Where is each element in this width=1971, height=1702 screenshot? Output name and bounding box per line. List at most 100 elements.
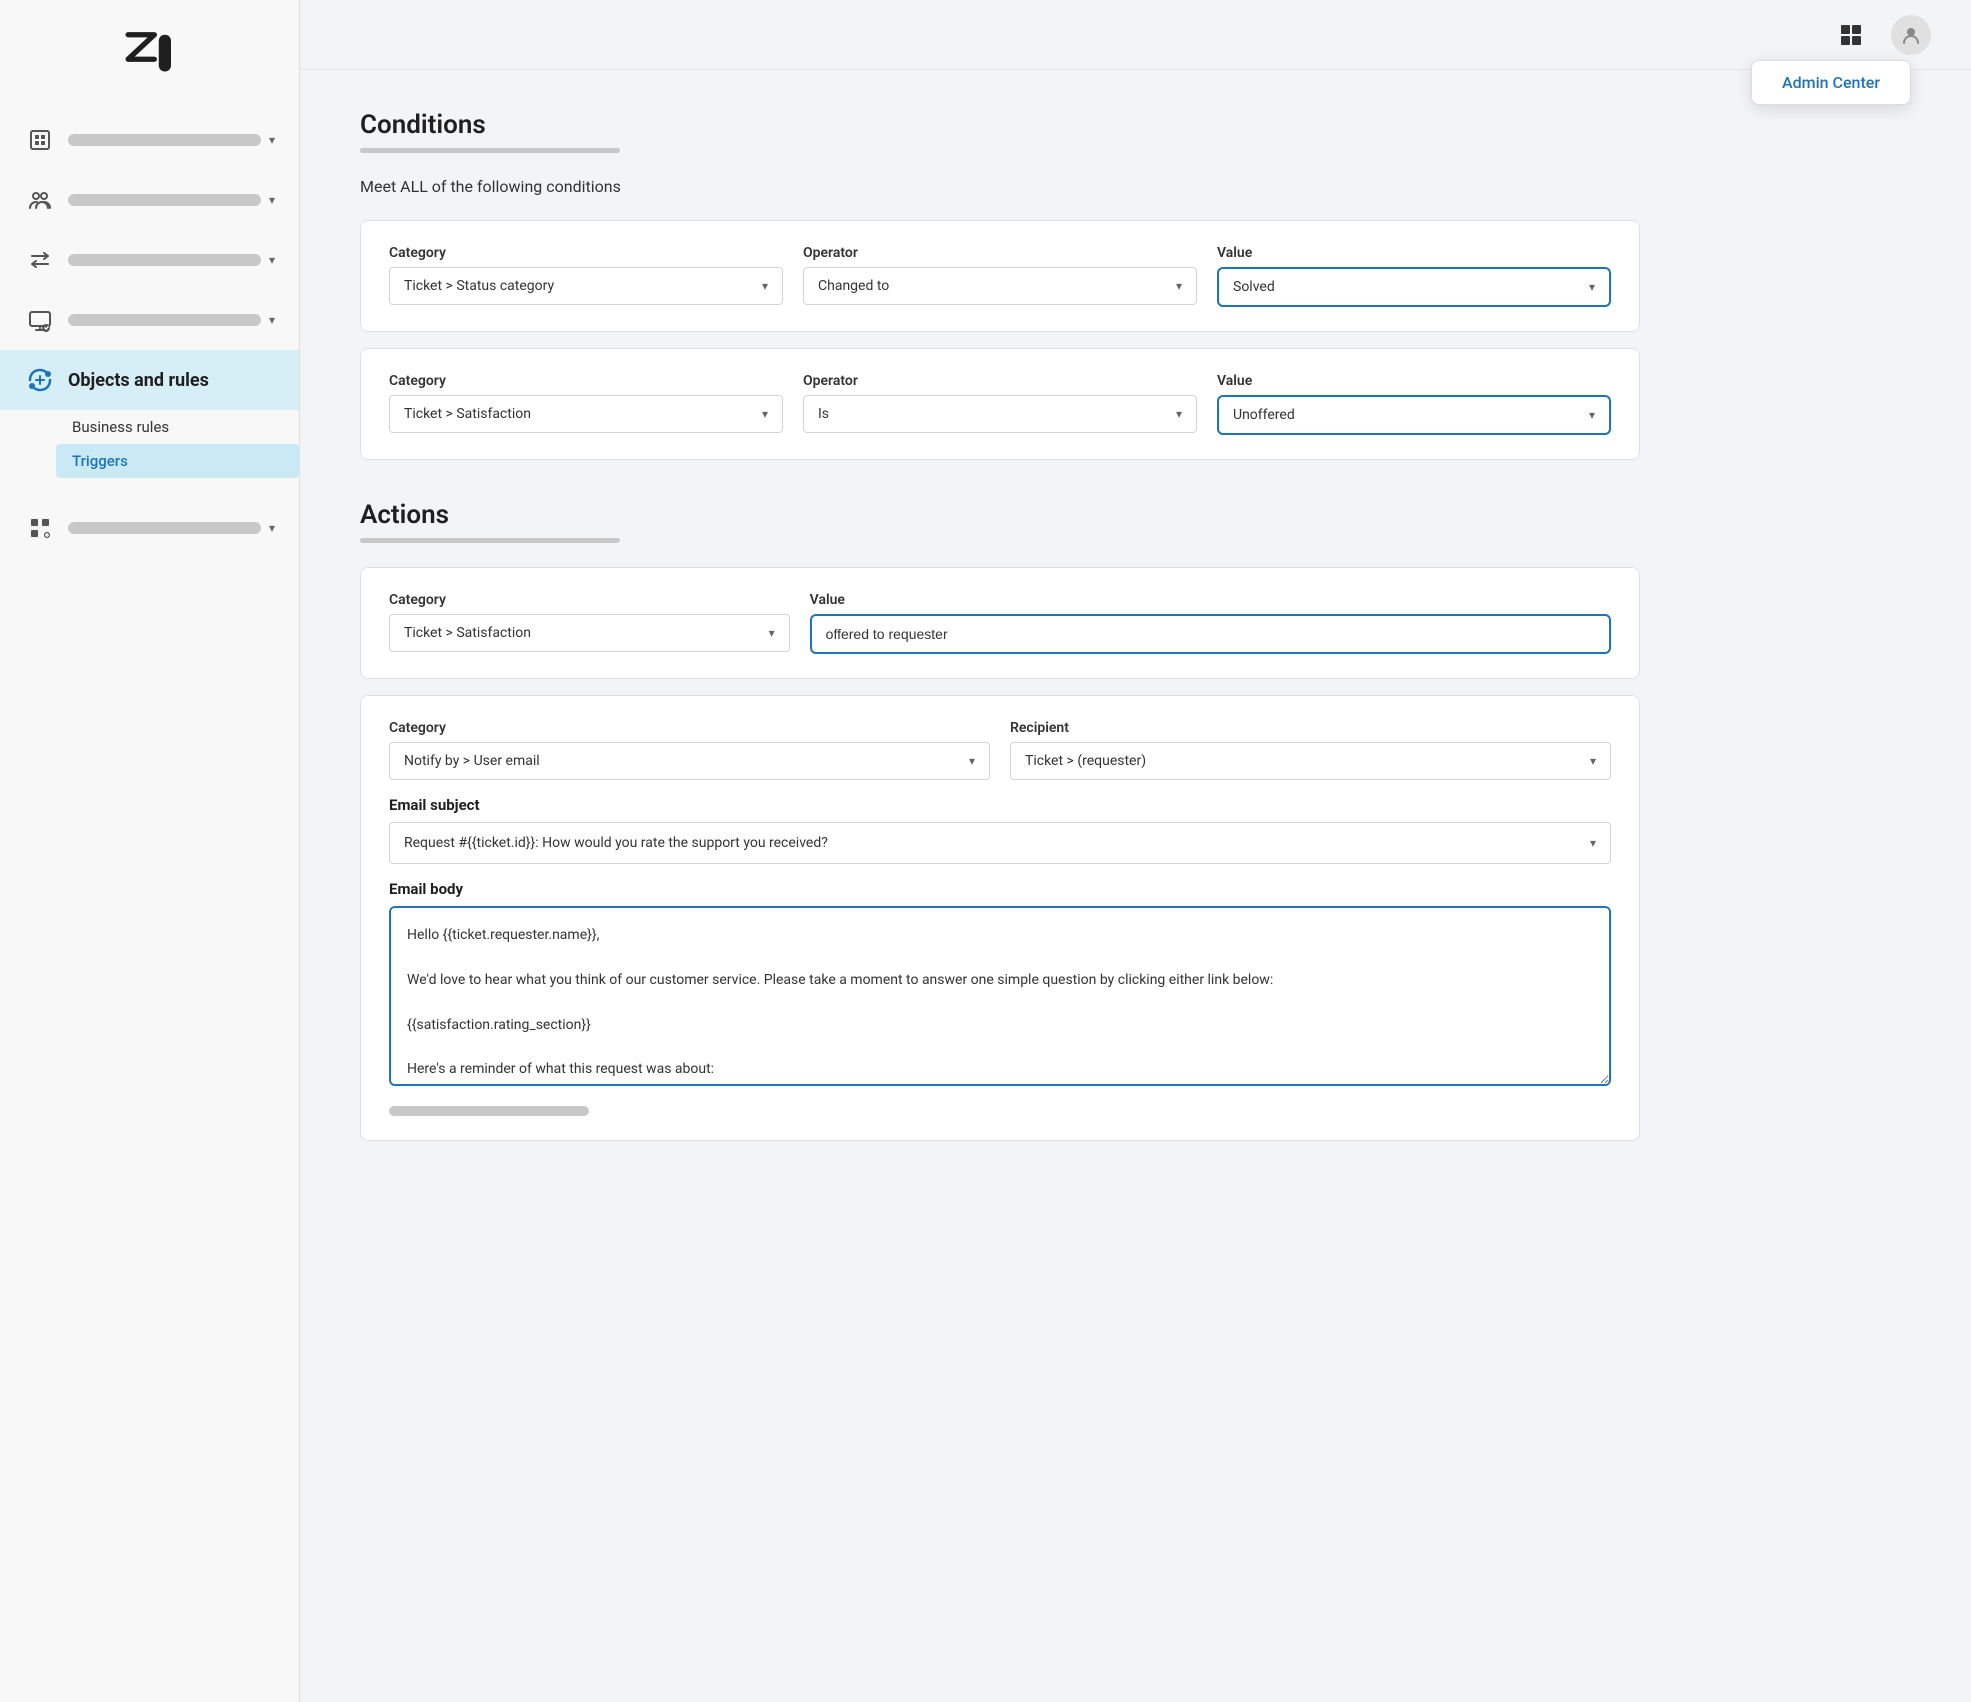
action-2-recipient-group: Recipient Ticket > (requester) ▾ — [1010, 720, 1611, 780]
main-content: Admin Center Conditions Meet ALL of the … — [300, 0, 1971, 1702]
sidebar: ▾ ▾ ▾ ▾ — [0, 0, 300, 1702]
apps-icon — [24, 512, 56, 544]
admin-center-dropdown: Admin Center — [1751, 60, 1911, 105]
chevron-down-icon: ▾ — [1590, 754, 1596, 768]
condition-1-operator-select[interactable]: Changed to ▾ — [803, 267, 1197, 305]
chevron-down-icon: ▾ — [762, 279, 768, 293]
building-icon — [24, 124, 56, 156]
actions-section: Actions Category Ticket > Satisfaction ▾… — [360, 500, 1640, 1141]
condition-2-value-group: Value Unoffered ▾ — [1217, 373, 1611, 435]
condition-1-operator-value: Changed to — [818, 278, 889, 294]
zendesk-logo-svg — [115, 25, 185, 75]
condition-1-category-select[interactable]: Ticket > Status category ▾ — [389, 267, 783, 305]
sub-nav-business-rules[interactable]: Business rules — [56, 410, 299, 444]
action-2-recipient-select[interactable]: Ticket > (requester) ▾ — [1010, 742, 1611, 780]
chevron-down-icon: ▾ — [269, 253, 275, 267]
action-1-category-select[interactable]: Ticket > Satisfaction ▾ — [389, 614, 790, 652]
action-2-recipient-label: Recipient — [1010, 720, 1611, 736]
condition-1-category-value: Ticket > Status category — [404, 278, 554, 294]
sidebar-item-building[interactable]: ▾ — [0, 110, 299, 170]
action-1-category-label: Category — [389, 592, 790, 608]
conditions-bar — [360, 148, 620, 153]
chevron-down-icon: ▾ — [1176, 279, 1182, 293]
email-subject-select[interactable]: Request #{{ticket.id}}: How would you ra… — [389, 822, 1611, 864]
sidebar-item-building-label — [68, 134, 261, 146]
action-2-category-value: Notify by > User email — [404, 753, 540, 769]
action-2-category-group: Category Notify by > User email ▾ — [389, 720, 990, 780]
chevron-down-icon: ▾ — [769, 626, 775, 640]
sub-nav-triggers[interactable]: Triggers — [56, 444, 299, 478]
sidebar-item-people-label — [68, 194, 261, 206]
action-card-1: Category Ticket > Satisfaction ▾ Value — [360, 567, 1640, 679]
action-card-2: Category Notify by > User email ▾ Recipi… — [360, 695, 1640, 1141]
condition-row-2: Category Ticket > Satisfaction ▾ Operato… — [389, 373, 1611, 435]
action-2-category-select[interactable]: Notify by > User email ▾ — [389, 742, 990, 780]
sidebar-item-people[interactable]: ▾ — [0, 170, 299, 230]
condition-1-value-select[interactable]: Solved ▾ — [1217, 267, 1611, 307]
condition-2-operator-select[interactable]: Is ▾ — [803, 395, 1197, 433]
sub-navigation: Business rules Triggers — [0, 410, 299, 478]
sidebar-item-apps-label — [68, 522, 261, 534]
condition-2-category-group: Category Ticket > Satisfaction ▾ — [389, 373, 783, 433]
monitor-icon — [24, 304, 56, 336]
action-row-2: Category Notify by > User email ▾ Recipi… — [389, 720, 1611, 780]
condition-2-value-select[interactable]: Unoffered ▾ — [1217, 395, 1611, 435]
email-section: Email subject Request #{{ticket.id}}: Ho… — [389, 796, 1611, 1090]
chevron-down-icon: ▾ — [1590, 836, 1596, 850]
objects-icon — [24, 364, 56, 396]
condition-row-1: Category Ticket > Status category ▾ Oper… — [389, 245, 1611, 307]
conditions-section: Conditions Meet ALL of the following con… — [360, 110, 1640, 460]
condition-1-category-group: Category Ticket > Status category ▾ — [389, 245, 783, 305]
chevron-down-icon: ▾ — [269, 521, 275, 535]
condition-2-category-select[interactable]: Ticket > Satisfaction ▾ — [389, 395, 783, 433]
condition-2-operator-value: Is — [818, 406, 829, 422]
action-1-category-group: Category Ticket > Satisfaction ▾ — [389, 592, 790, 652]
chevron-down-icon: ▾ — [1589, 280, 1595, 294]
action-2-recipient-value: Ticket > (requester) — [1025, 753, 1146, 769]
condition-2-category-value: Ticket > Satisfaction — [404, 406, 531, 422]
condition-2-value-label: Value — [1217, 373, 1611, 389]
page-content: Conditions Meet ALL of the following con… — [300, 70, 1700, 1197]
condition-2-operator-label: Operator — [803, 373, 1197, 389]
condition-1-operator-label: Operator — [803, 245, 1197, 261]
sidebar-item-apps[interactable]: ▾ — [0, 498, 299, 558]
action-1-value-label: Value — [810, 592, 1611, 608]
chevron-down-icon: ▾ — [1176, 407, 1182, 421]
condition-1-operator-group: Operator Changed to ▾ — [803, 245, 1197, 305]
sidebar-item-monitor-label — [68, 314, 261, 326]
conditions-title: Conditions — [360, 110, 1640, 140]
sidebar-item-objects[interactable]: Objects and rules — [0, 350, 299, 410]
chevron-down-icon: ▾ — [762, 407, 768, 421]
condition-1-value-group: Value Solved ▾ — [1217, 245, 1611, 307]
action-2-category-label: Category — [389, 720, 990, 736]
actions-title: Actions — [360, 500, 1640, 530]
user-avatar-button[interactable] — [1891, 15, 1931, 55]
action-1-category-value: Ticket > Satisfaction — [404, 625, 531, 641]
email-body-label: Email body — [389, 880, 1611, 898]
email-body-textarea[interactable]: Hello {{ticket.requester.name}}, We'd lo… — [389, 906, 1611, 1086]
conditions-subtitle: Meet ALL of the following conditions — [360, 177, 1640, 196]
condition-1-value-label: Value — [1217, 245, 1611, 261]
condition-1-value: Solved — [1233, 279, 1275, 295]
grid-apps-button[interactable] — [1831, 15, 1871, 55]
topbar: Admin Center — [300, 0, 1971, 70]
sidebar-item-objects-label: Objects and rules — [68, 370, 209, 391]
actions-bar — [360, 538, 620, 543]
logo — [110, 20, 190, 80]
chevron-down-icon: ▾ — [1589, 408, 1595, 422]
condition-2-category-label: Category — [389, 373, 783, 389]
email-subject-label: Email subject — [389, 796, 1611, 814]
sidebar-item-arrows[interactable]: ▾ — [0, 230, 299, 290]
chevron-down-icon: ▾ — [269, 133, 275, 147]
topbar-actions — [1831, 15, 1931, 55]
admin-center-link[interactable]: Admin Center — [1782, 73, 1880, 92]
sidebar-navigation: ▾ ▾ ▾ ▾ — [0, 110, 299, 558]
action-1-value-group: Value — [810, 592, 1611, 654]
sidebar-item-monitor[interactable]: ▾ — [0, 290, 299, 350]
sidebar-item-arrows-label — [68, 254, 261, 266]
action-1-value-input[interactable] — [810, 614, 1611, 654]
chevron-down-icon: ▾ — [269, 313, 275, 327]
chevron-down-icon: ▾ — [969, 754, 975, 768]
condition-card-2: Category Ticket > Satisfaction ▾ Operato… — [360, 348, 1640, 460]
condition-2-value: Unoffered — [1233, 407, 1295, 423]
